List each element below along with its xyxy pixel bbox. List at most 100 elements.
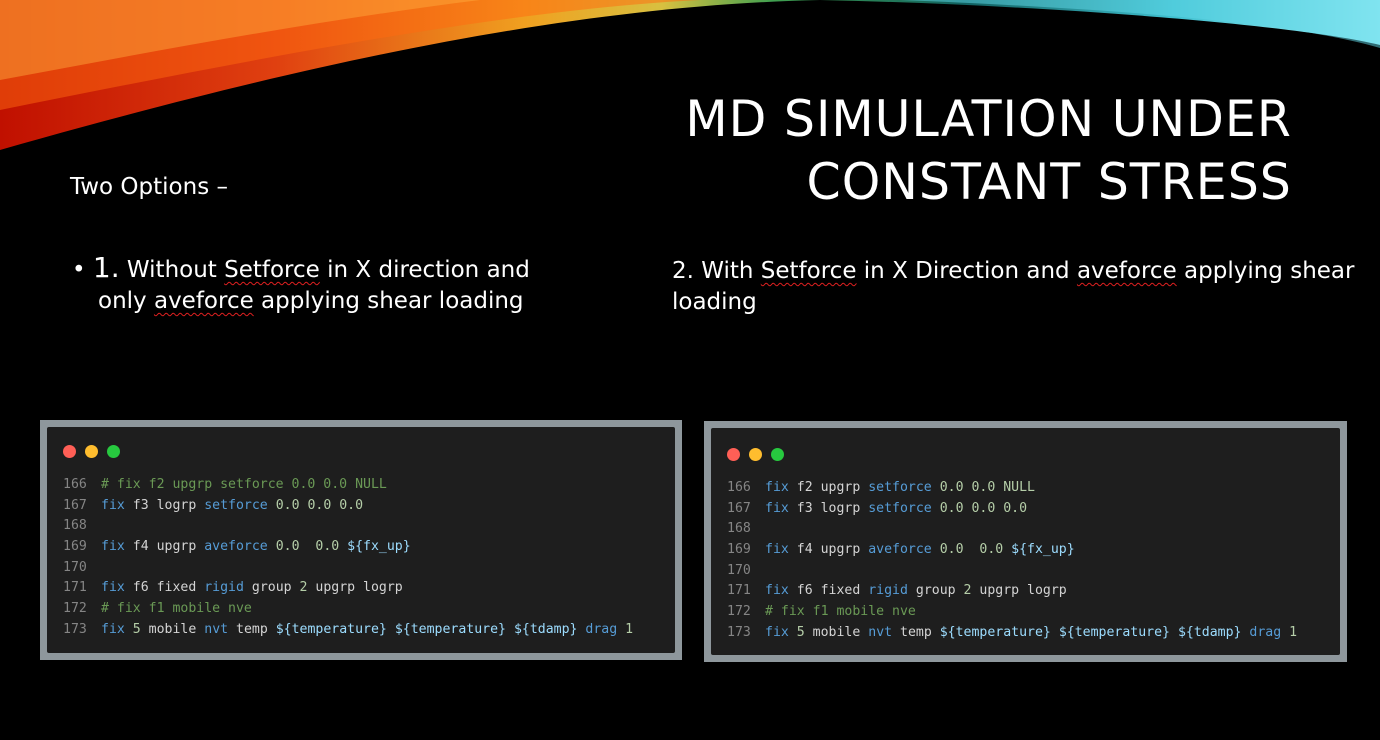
code-line: 169 fix f4 upgrp aveforce 0.0 0.0 ${fx_up…: [727, 540, 1340, 561]
code-token: fix: [765, 624, 789, 640]
code-token: f3 logrp: [124, 497, 205, 513]
code-token: f6 fixed: [124, 580, 205, 596]
line-number: 173: [63, 621, 87, 637]
code-line: 166 fix f2 upgrp setforce 0.0 0.0 NULL: [727, 478, 1340, 499]
code-token: upgrp logrp: [307, 580, 403, 596]
code-token: f2 upgrp: [788, 480, 869, 495]
code-token: rigid: [204, 580, 244, 596]
text: 2. With: [672, 258, 761, 284]
code-token: drag: [577, 621, 618, 637]
code-token: 0.0 0.0: [267, 539, 348, 555]
code-token: ${tdamp}: [513, 621, 578, 637]
code-line: 172 # fix f1 mobile nve: [727, 602, 1340, 623]
line-number: 170: [727, 562, 751, 578]
text: applying shear loading: [253, 288, 524, 314]
code-token: ${tdamp}: [1177, 624, 1242, 640]
code-token: 0.0 0.0 0.0: [931, 500, 1028, 516]
code-token: setforce: [204, 497, 268, 513]
option-1-bullet: • 1. Without Setforce in X direction and…: [72, 252, 612, 317]
code-line: 167 fix f3 logrp setforce 0.0 0.0 0.0: [727, 499, 1340, 520]
code-line: 173 fix 5 mobile nvt temp ${temperature} …: [63, 620, 675, 641]
code-token: ${fx_up}: [347, 539, 411, 555]
text: in X direction and: [319, 257, 530, 283]
title-line-1: MD SIMULATION UNDER: [685, 90, 1292, 148]
text: in X Direction and: [856, 258, 1077, 284]
line-number: 168: [63, 518, 87, 534]
code-token: ${temperature}: [1058, 624, 1170, 640]
code-token: setforce: [868, 480, 932, 495]
code-token: mobile: [804, 624, 869, 640]
window-dot-yellow-icon: [749, 448, 762, 461]
code-token: fix: [765, 583, 789, 599]
code-line: 172 # fix f1 mobile nve: [63, 599, 675, 620]
code-token: upgrp logrp: [971, 583, 1067, 599]
code-token: f6 fixed: [788, 583, 869, 599]
line-number: 166: [63, 477, 87, 492]
code-token: drag: [1241, 624, 1282, 640]
code-token: f4 upgrp: [788, 542, 869, 558]
spellcheck-word: aveforce: [1076, 258, 1177, 284]
slide-title: MD SIMULATION UNDER CONSTANT STRESS: [686, 88, 1292, 214]
code-snippet-option-2: 166 fix f2 upgrp setforce 0.0 0.0 NULL 167…: [704, 421, 1347, 662]
line-number: 166: [727, 480, 751, 495]
line-number: 172: [727, 604, 751, 620]
code-token: 1: [617, 621, 634, 637]
code-token: 1: [1281, 624, 1298, 640]
code-token: aveforce: [204, 539, 268, 555]
spellcheck-word: Setforce: [760, 258, 857, 284]
line-number: 171: [727, 583, 751, 599]
code-token: fix: [765, 480, 789, 495]
line-number: 169: [63, 539, 87, 555]
code-token: nvt: [204, 621, 229, 637]
code-line: 168: [63, 516, 675, 537]
window-dot-yellow-icon: [85, 445, 98, 458]
intro-text: Two Options –: [70, 174, 228, 200]
title-line-2: CONSTANT STRESS: [806, 153, 1292, 211]
code-token: fix: [101, 580, 125, 596]
option-2-text: 2. With Setforce in X Direction and avef…: [672, 256, 1362, 318]
code-line: 173 fix 5 mobile nvt temp ${temperature} …: [727, 623, 1340, 644]
bullet-mark: •: [72, 257, 86, 283]
line-number: 169: [727, 542, 751, 558]
line-number: 173: [727, 624, 751, 640]
code-token: 0.0 0.0 NULL: [931, 480, 1035, 495]
window-dot-green-icon: [107, 445, 120, 458]
text: only: [98, 288, 154, 314]
code-line: 170: [63, 558, 675, 579]
code-line: 168: [727, 519, 1340, 540]
code-token: fix: [765, 542, 789, 558]
window-dot-red-icon: [727, 448, 740, 461]
text: Without: [119, 257, 225, 283]
code-line: 167 fix f3 logrp setforce 0.0 0.0 0.0: [63, 496, 675, 517]
code-token: ${temperature}: [394, 621, 506, 637]
code-token: f4 upgrp: [124, 539, 205, 555]
code-line: 171 fix f6 fixed rigid group 2 upgrp logr…: [63, 578, 675, 599]
code-line: 166 # fix f2 upgrp setforce 0.0 0.0 NULL: [63, 475, 675, 496]
code-token: fix: [101, 621, 125, 637]
code-token: ${temperature}: [275, 621, 387, 637]
code-token: temp: [228, 621, 276, 637]
window-dot-red-icon: [63, 445, 76, 458]
code-line: 169 fix f4 upgrp aveforce 0.0 0.0 ${fx_up…: [63, 537, 675, 558]
line-number: 172: [63, 601, 87, 617]
spellcheck-word: aveforce: [153, 288, 254, 314]
code-line: 171 fix f6 fixed rigid group 2 upgrp logr…: [727, 581, 1340, 602]
code-token: # fix f2 upgrp setforce 0.0 0.0 NULL: [101, 477, 387, 492]
code-token: 5: [124, 621, 141, 637]
code-token: rigid: [868, 583, 908, 599]
code-token: 5: [788, 624, 805, 640]
code-token: fix: [101, 539, 125, 555]
code-line: 170: [727, 561, 1340, 582]
window-dot-green-icon: [771, 448, 784, 461]
code-token: fix: [765, 500, 789, 516]
code-token: ${temperature}: [939, 624, 1051, 640]
code-snippet-option-1: 166 # fix f2 upgrp setforce 0.0 0.0 NULL 1…: [40, 420, 682, 660]
option-number: 1.: [92, 251, 120, 284]
code-token: fix: [101, 497, 125, 513]
code-token: group: [907, 583, 964, 599]
code-token: group: [243, 580, 300, 596]
